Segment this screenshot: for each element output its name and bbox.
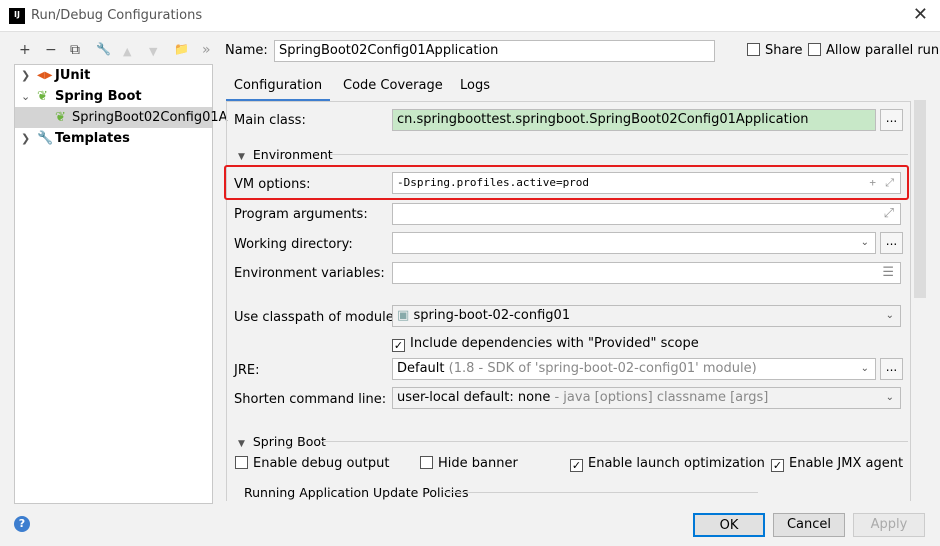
jre-select[interactable]: Default (1.8 - SDK of 'spring-boot-02-co… [392,358,876,380]
remove-icon[interactable]: − [45,42,57,58]
environment-variables-label: Environment variables: [234,266,385,281]
program-arguments-label: Program arguments: [234,207,368,222]
environment-section[interactable]: ▼ Environment [238,147,908,162]
ok-button[interactable]: OK [693,513,765,537]
module-icon: ▣ [397,308,410,323]
spring-boot-icon: ❦ [55,110,66,125]
update-policies-section: Running Application Update Policies [244,485,758,500]
chevron-down-icon: ⌄ [885,392,894,403]
jmx-agent-checkbox[interactable]: ✓ Enable JMX agent [771,456,903,472]
tree-item-spring-boot[interactable]: ⌄ ❦ Spring Boot [15,86,212,107]
copy-icon[interactable]: ⧉ [70,42,80,58]
hide-banner-checkbox[interactable]: Hide banner [420,456,518,471]
name-label: Name: [225,43,268,58]
spring-boot-section[interactable]: ▼ Spring Boot [238,434,908,449]
name-input[interactable]: SpringBoot02Config01Application [274,40,715,62]
title-bar: IJ Run/Debug Configurations ✕ [0,0,940,32]
browse-button[interactable]: ... [880,109,903,131]
cancel-button[interactable]: Cancel [773,513,845,537]
chevron-down-icon: ⌄ [860,363,869,374]
add-icon[interactable]: + [19,42,31,58]
shorten-command-line-select[interactable]: user-local default: none - java [options… [392,387,901,409]
move-up-icon[interactable]: ▲ [123,45,131,58]
close-icon[interactable]: ✕ [913,4,928,25]
tab-configuration[interactable]: Configuration [226,74,330,102]
spring-boot-icon: ❦ [37,89,48,104]
scrollbar[interactable] [914,100,926,298]
tab-logs[interactable]: Logs [460,74,490,102]
folder-add-icon[interactable]: 📁 [174,42,189,56]
program-arguments-input[interactable]: ⤢ [392,203,901,225]
wrench-icon: 🔧 [37,131,54,146]
launch-optimization-checkbox[interactable]: ✓ Enable launch optimization [570,456,765,472]
parallel-run-checkbox[interactable]: Allow parallel run [808,43,939,58]
module-label: Use classpath of module: [234,310,399,325]
include-provided-checkbox[interactable]: ✓ Include dependencies with "Provided" sc… [392,336,699,352]
window-title: Run/Debug Configurations [31,8,203,23]
working-directory-input[interactable]: ⌄ [392,232,876,254]
wrench-icon[interactable]: 🔧 [96,42,111,56]
more-icon[interactable]: » [202,42,211,58]
main-class-input[interactable]: cn.springboottest.springboot.SpringBoot0… [392,109,876,131]
move-down-icon[interactable]: ▼ [149,45,157,58]
expand-icon[interactable]: ⤢ [885,173,894,193]
config-tree: ❯ ◀▶ JUnit ⌄ ❦ Spring Boot ❦ SpringBoot02Conf… [14,64,228,504]
list-icon[interactable]: ☰ [882,263,894,283]
browse-button[interactable]: ... [880,232,903,254]
junit-icon: ◀▶ [37,70,53,81]
help-icon[interactable]: ? [14,516,30,532]
module-select[interactable]: ▣ spring-boot-02-config01 ⌄ [392,305,901,327]
chevron-down-icon[interactable]: ⌄ [861,233,869,253]
vm-options-input[interactable]: -Dspring.profiles.active=prod + ⤢ [392,172,901,194]
tree-item-templates[interactable]: ❯ 🔧 Templates [15,128,212,149]
tree-item-junit[interactable]: ❯ ◀▶ JUnit [15,65,212,86]
share-checkbox[interactable]: Share [747,43,803,58]
browse-button[interactable]: ... [880,358,903,380]
intellij-logo: IJ [9,8,25,24]
main-class-label: Main class: [234,113,306,128]
shorten-command-line-label: Shorten command line: [234,392,387,407]
environment-variables-input[interactable]: ☰ [392,262,901,284]
tab-code-coverage[interactable]: Code Coverage [343,74,443,102]
jre-label: JRE: [234,363,260,378]
apply-button[interactable]: Apply [853,513,925,537]
expand-icon[interactable]: ⤢ [884,204,894,224]
chevron-down-icon: ⌄ [885,310,894,321]
tree-item-application[interactable]: ❦ SpringBoot02Config01A [15,107,228,128]
vm-options-label: VM options: [234,177,311,192]
debug-output-checkbox[interactable]: Enable debug output [235,456,389,471]
working-directory-label: Working directory: [234,237,353,252]
plus-icon[interactable]: + [869,173,876,193]
